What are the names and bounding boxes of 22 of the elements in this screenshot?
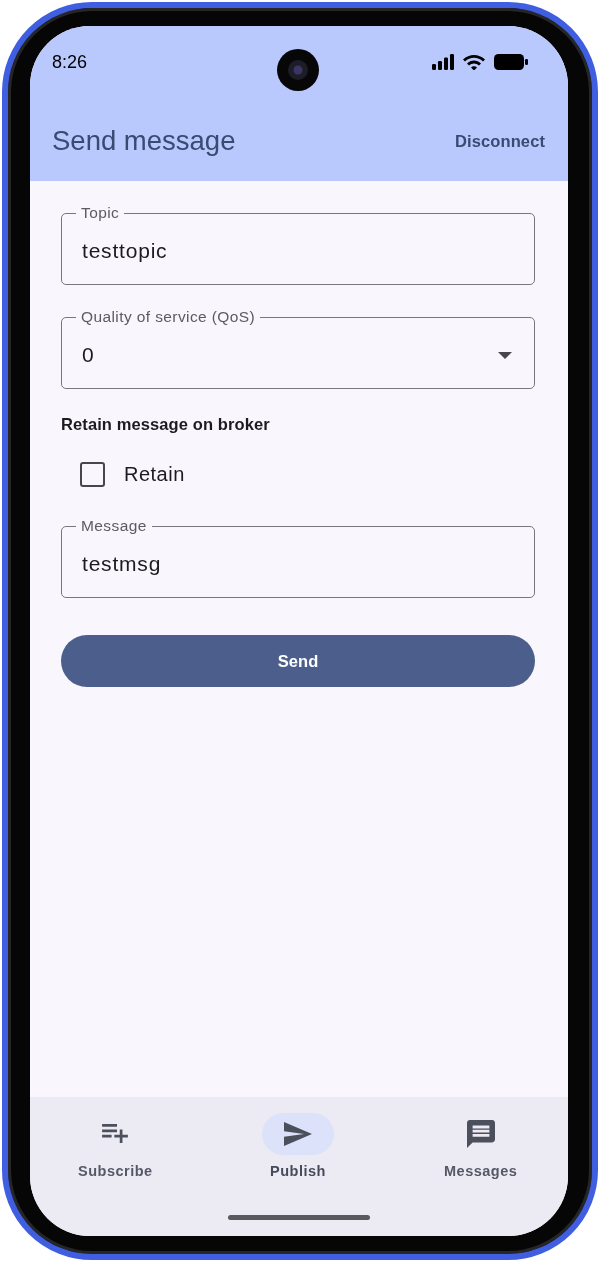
checkbox-label[interactable]: Retain (124, 462, 185, 486)
screen-title: Send message (52, 124, 236, 158)
wifi-icon (463, 53, 485, 71)
status-time: 8:26 (52, 51, 88, 73)
retain-checkbox[interactable] (80, 461, 105, 487)
camera-lens-icon (277, 49, 319, 91)
send-button[interactable]: Send (61, 635, 535, 687)
qos-dropdown[interactable]: Quality of service (QoS) 0 (61, 308, 535, 389)
section-heading: Retain message on broker (61, 414, 270, 434)
signal-icon (432, 54, 454, 70)
nav-tab[interactable]: Publish (262, 1113, 334, 1180)
field-label: Quality of service (QoS) (80, 308, 257, 326)
nav-tab[interactable]: Subscribe (78, 1113, 153, 1180)
topic-field[interactable]: Topic testtopic (61, 204, 535, 285)
field-label: Message (80, 517, 148, 535)
send-icon (262, 1113, 334, 1155)
dropdown-caret-icon (498, 351, 512, 359)
battery-icon (494, 54, 528, 70)
disconnect-button[interactable]: Disconnect (455, 130, 545, 152)
chat-bubble-icon (466, 1120, 495, 1148)
nav-tab[interactable]: Messages (444, 1113, 518, 1180)
field-label: Topic (80, 204, 121, 222)
